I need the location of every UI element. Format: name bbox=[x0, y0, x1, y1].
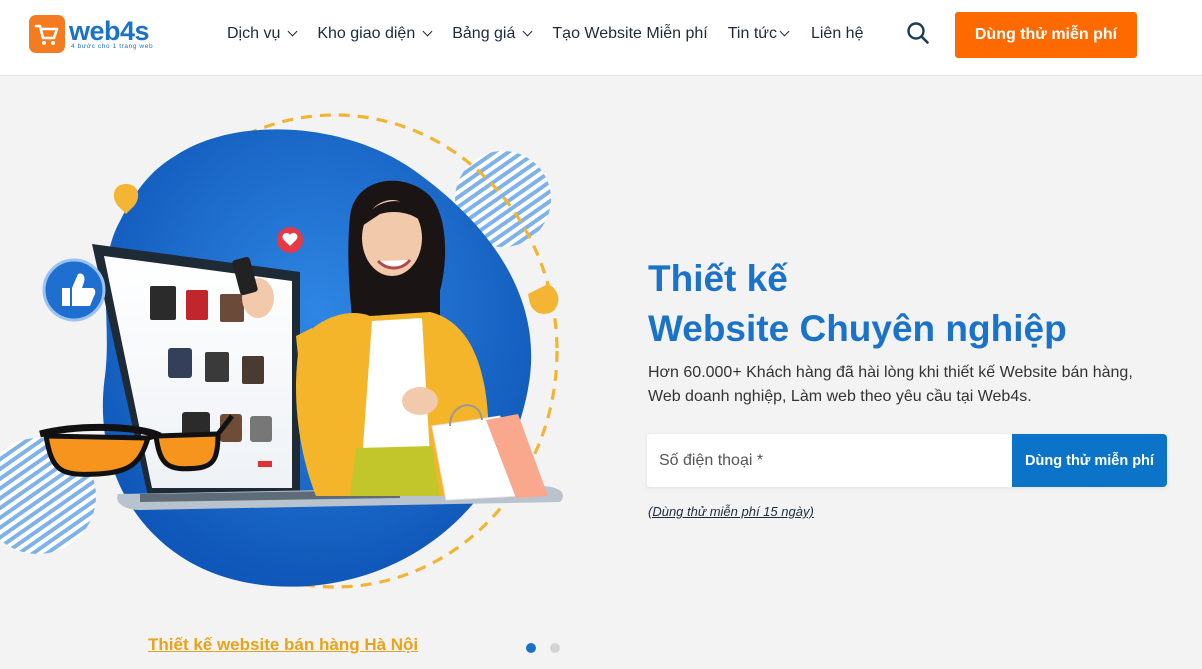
free-trial-submit-button[interactable]: Dùng thử miễn phí bbox=[1012, 434, 1167, 487]
heart-icon bbox=[277, 227, 303, 253]
chevron-down-icon bbox=[422, 26, 433, 37]
hero-illustration bbox=[0, 76, 600, 636]
logo[interactable]: web4s 4 bước cho 1 trang web bbox=[29, 14, 153, 54]
chevron-down-icon bbox=[522, 26, 533, 37]
nav-item-free-website[interactable]: Tạo Website Miễn phí bbox=[552, 22, 707, 46]
nav-item-pricing[interactable]: Bảng giá bbox=[452, 22, 533, 46]
nav-item-label: Tin tức bbox=[727, 25, 777, 42]
slide-caption-link[interactable]: Thiết kế website bán hàng Hà Nội bbox=[148, 635, 418, 655]
free-trial-button-header[interactable]: Dùng thử miễn phí bbox=[955, 12, 1137, 58]
thumbs-up-icon bbox=[42, 258, 106, 322]
hero-description: Hơn 60.000+ Khách hàng đã hài lòng khi t… bbox=[648, 364, 1133, 405]
site-header: web4s 4 bước cho 1 trang web Dịch vụ Kho… bbox=[0, 0, 1202, 76]
nav-item-label: Liên hệ bbox=[810, 25, 864, 42]
cart-logo-icon bbox=[29, 15, 65, 53]
chevron-down-icon bbox=[287, 26, 298, 37]
search-icon[interactable] bbox=[906, 21, 930, 45]
brand-tagline: 4 bước cho 1 trang web bbox=[71, 42, 154, 50]
slider-dot-2[interactable] bbox=[550, 643, 560, 653]
hero-headline: Thiết kế Website Chuyên nghiệp bbox=[648, 254, 1067, 354]
hero-title-line1: Thiết kế bbox=[648, 258, 788, 299]
trial-signup-form: Dùng thử miễn phí bbox=[647, 434, 1167, 487]
nav-item-contact[interactable]: Liên hệ bbox=[811, 22, 864, 46]
slider-dot-1[interactable] bbox=[526, 643, 536, 653]
nav-item-label: Kho giao diện bbox=[317, 25, 416, 42]
brand-name: web4s bbox=[69, 15, 150, 46]
nav-item-news[interactable]: Tin tức bbox=[727, 22, 790, 46]
slider-pagination bbox=[526, 643, 560, 653]
chevron-down-icon bbox=[779, 26, 790, 37]
nav-item-label: Dịch vụ bbox=[227, 25, 281, 42]
trial-note-link[interactable]: (Dùng thử miễn phí 15 ngày) bbox=[648, 504, 814, 519]
main-nav: Dịch vụ Kho giao diện Bảng giá Tạo Websi… bbox=[227, 22, 863, 46]
nav-item-label: Tạo Website Miễn phí bbox=[552, 25, 708, 42]
nav-item-templates[interactable]: Kho giao diện bbox=[317, 22, 433, 46]
yellow-drop-decoration bbox=[528, 284, 559, 314]
hero-title-line2: Website Chuyên nghiệp bbox=[648, 308, 1067, 349]
nav-item-services[interactable]: Dịch vụ bbox=[227, 22, 298, 46]
phone-input[interactable] bbox=[647, 434, 1012, 487]
nav-item-label: Bảng giá bbox=[452, 25, 516, 42]
